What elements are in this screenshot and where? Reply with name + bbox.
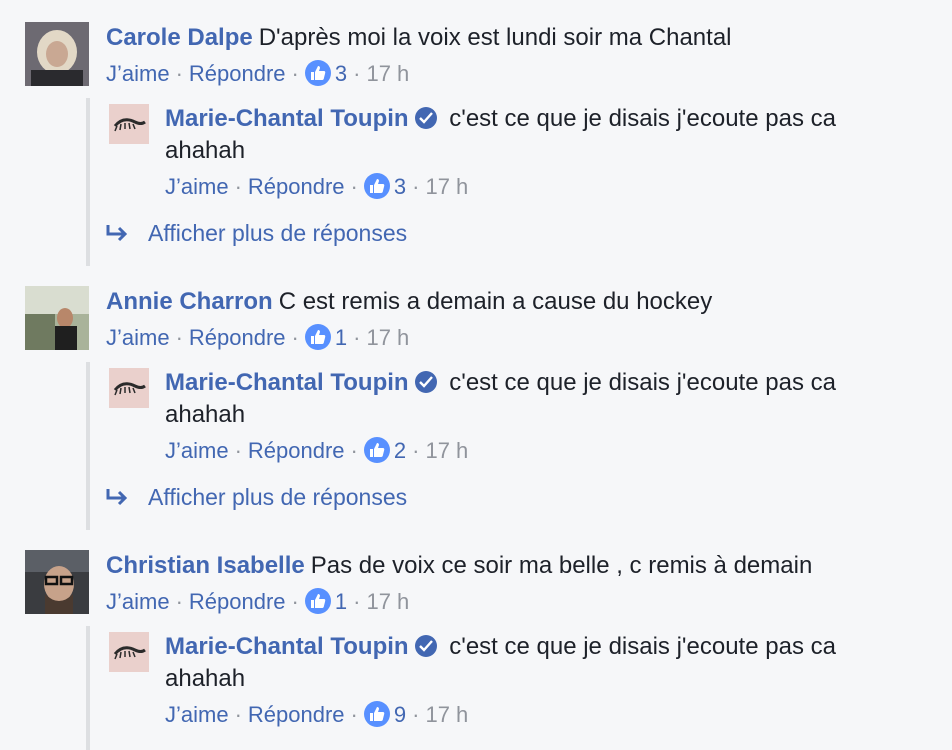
timestamp[interactable]: 17 h (425, 174, 468, 199)
avatar[interactable] (25, 22, 89, 86)
reply-link[interactable]: Répondre (189, 325, 286, 350)
reply-actions: J’aime · Répondre · 9 · 17 h (165, 701, 469, 727)
reply-body: Marie-Chantal Toupin c'est ce que je dis… (165, 367, 896, 465)
timestamp[interactable]: 17 h (366, 589, 409, 614)
like-count[interactable]: 1 (335, 325, 347, 350)
comment-body: Carole Dalpe D'après moi la voix est lund… (106, 22, 942, 88)
comment-text: C est remis a demain a cause du hockey (278, 288, 713, 315)
thumbs-up-icon[interactable] (363, 437, 390, 463)
timestamp[interactable]: 17 h (366, 61, 409, 86)
comment-author[interactable]: Annie Charron (106, 288, 273, 315)
reply-author[interactable]: Marie-Chantal Toupin (165, 369, 409, 396)
reply-link[interactable]: Répondre (189, 61, 286, 86)
comment-text: Pas de voix ce soir ma belle , c remis à… (310, 552, 813, 579)
like-link[interactable]: J’aime (106, 61, 170, 86)
thumbs-up-icon[interactable] (363, 173, 390, 199)
reply-avatar[interactable] (109, 104, 149, 144)
comment-body: Annie Charron C est remis a demain a caus… (106, 286, 942, 352)
comment-body: Christian Isabelle Pas de voix ce soir ma… (106, 550, 942, 616)
reply-actions: J’aime · Répondre · 2 · 17 h (165, 437, 469, 463)
like-link[interactable]: J’aime (106, 325, 170, 350)
timestamp[interactable]: 17 h (425, 702, 468, 727)
reply-author[interactable]: Marie-Chantal Toupin (165, 105, 409, 132)
like-count[interactable]: 2 (394, 438, 406, 463)
reply-arrow-icon (104, 220, 130, 250)
verified-badge-icon (414, 371, 437, 393)
avatar[interactable] (25, 286, 89, 350)
thumbs-up-icon[interactable] (304, 588, 331, 614)
reply-link[interactable]: Répondre (248, 702, 345, 727)
more-replies-link[interactable]: Afficher plus de réponses (104, 482, 407, 514)
comment-author[interactable]: Christian Isabelle (106, 552, 305, 579)
reply-link[interactable]: Répondre (248, 438, 345, 463)
reply-author[interactable]: Marie-Chantal Toupin (165, 633, 409, 660)
reply-link[interactable]: Répondre (189, 589, 286, 614)
more-replies-link[interactable]: Afficher plus de réponses (104, 218, 407, 250)
verified-badge-icon (414, 107, 437, 129)
like-count[interactable]: 3 (335, 61, 347, 86)
verified-badge-icon (414, 635, 437, 657)
avatar[interactable] (25, 550, 89, 614)
like-link[interactable]: J’aime (165, 702, 229, 727)
like-link[interactable]: J’aime (165, 438, 229, 463)
thumbs-up-icon[interactable] (304, 60, 331, 86)
reply-avatar[interactable] (109, 368, 149, 408)
like-count[interactable]: 1 (335, 589, 347, 614)
like-link[interactable]: J’aime (165, 174, 229, 199)
comment-actions: J’aime · Répondre · 3 · 17 h (106, 60, 410, 86)
more-replies-label[interactable]: Afficher plus de réponses (148, 484, 407, 510)
comment-actions: J’aime · Répondre · 1 · 17 h (106, 324, 410, 350)
thumbs-up-icon[interactable] (363, 701, 390, 727)
comment-text: D'après moi la voix est lundi soir ma Ch… (258, 24, 732, 51)
comment-author[interactable]: Carole Dalpe (106, 24, 253, 51)
reply-arrow-icon (104, 484, 130, 514)
timestamp[interactable]: 17 h (425, 438, 468, 463)
like-count[interactable]: 9 (394, 702, 406, 727)
reply-section: Marie-Chantal Toupin c'est ce que je dis… (86, 626, 952, 750)
reply-link[interactable]: Répondre (248, 174, 345, 199)
timestamp[interactable]: 17 h (366, 325, 409, 350)
reply-body: Marie-Chantal Toupin c'est ce que je dis… (165, 103, 896, 201)
like-count[interactable]: 3 (394, 174, 406, 199)
reply-section: Marie-Chantal Toupin c'est ce que je dis… (86, 98, 952, 266)
like-link[interactable]: J’aime (106, 589, 170, 614)
reply-section: Marie-Chantal Toupin c'est ce que je dis… (86, 362, 952, 530)
comment-actions: J’aime · Répondre · 1 · 17 h (106, 588, 410, 614)
thumbs-up-icon[interactable] (304, 324, 331, 350)
reply-actions: J’aime · Répondre · 3 · 17 h (165, 173, 469, 199)
more-replies-label[interactable]: Afficher plus de réponses (148, 220, 407, 246)
reply-body: Marie-Chantal Toupin c'est ce que je dis… (165, 631, 896, 729)
reply-avatar[interactable] (109, 632, 149, 672)
